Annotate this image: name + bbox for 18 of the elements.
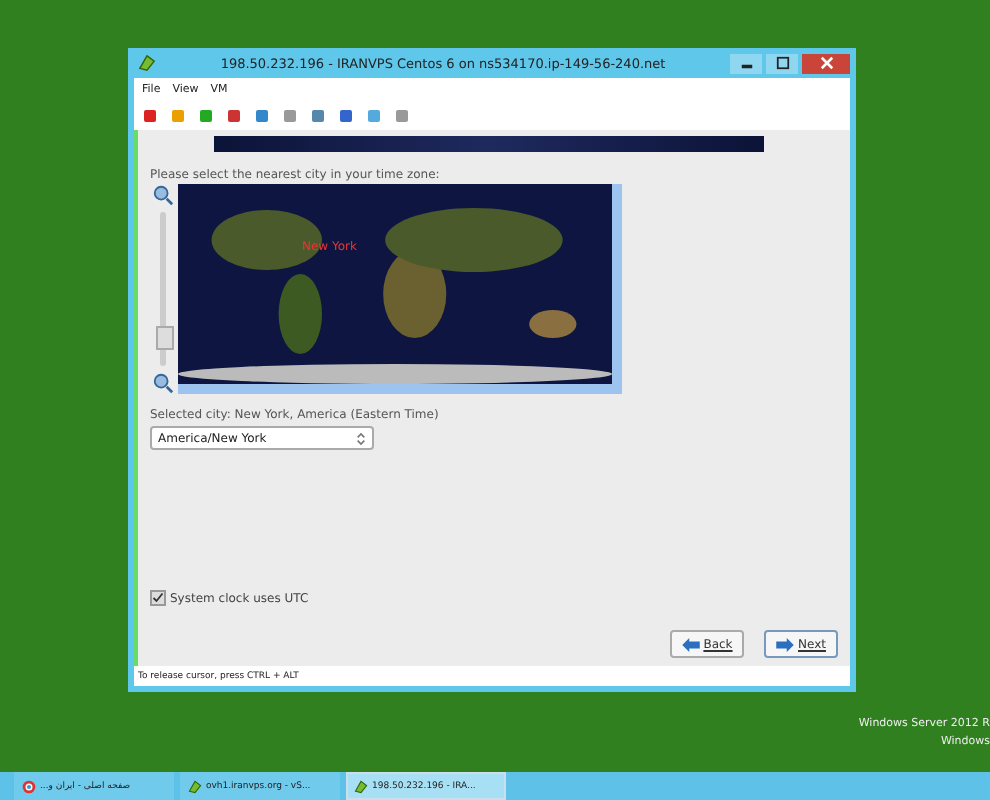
app-icon — [354, 779, 368, 793]
slider-thumb[interactable] — [155, 326, 173, 351]
vertical-scrollbar[interactable] — [612, 184, 622, 384]
up-down-caret-icon — [356, 431, 366, 445]
arrow-icon — [681, 637, 700, 651]
maximize-icon — [775, 56, 789, 70]
browser-icon — [22, 779, 36, 793]
close-icon — [819, 56, 833, 70]
app-icon — [188, 779, 202, 793]
horizontal-scrollbar[interactable] — [178, 384, 622, 394]
app-icon — [138, 54, 156, 72]
maximize-button[interactable] — [766, 53, 798, 73]
zoom-in-icon[interactable] — [151, 184, 173, 206]
arrow-icon — [776, 637, 794, 651]
utc-checkbox[interactable] — [150, 590, 166, 606]
zoom-out-icon[interactable] — [151, 372, 173, 394]
minimize-button[interactable] — [730, 53, 762, 73]
close-button[interactable] — [802, 53, 850, 73]
